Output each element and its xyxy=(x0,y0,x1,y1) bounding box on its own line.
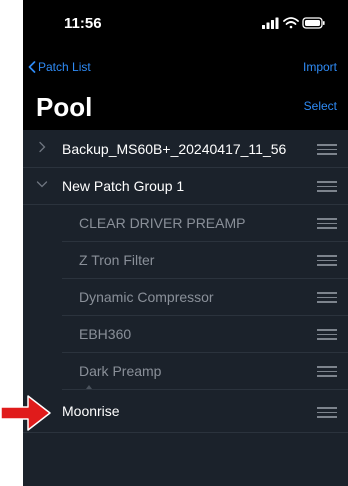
reorder-handle-icon[interactable] xyxy=(317,144,337,155)
status-icons xyxy=(262,17,325,29)
list-item-label: EBH360 xyxy=(79,326,132,342)
list-item-ebh360[interactable]: EBH360 xyxy=(62,316,348,353)
status-time: 11:56 xyxy=(64,15,102,32)
red-arrow-icon xyxy=(0,395,51,431)
reorder-handle-icon[interactable] xyxy=(317,218,337,229)
battery-icon xyxy=(302,17,325,29)
reorder-handle-icon[interactable] xyxy=(317,181,337,192)
list-item-label: Dynamic Compressor xyxy=(79,289,214,305)
signal-icon xyxy=(262,17,279,29)
patch-list: Backup_MS60B+_20240417_11_56 New Patch G… xyxy=(23,131,348,390)
list-item-backup[interactable]: Backup_MS60B+_20240417_11_56 xyxy=(23,131,348,168)
list-item-clear-driver-preamp[interactable]: CLEAR DRIVER PREAMP xyxy=(62,205,348,242)
list-item-z-tron-filter[interactable]: Z Tron Filter xyxy=(62,242,348,279)
reorder-handle-icon[interactable] xyxy=(317,329,337,340)
chevron-right-icon[interactable] xyxy=(36,141,48,153)
list-item-dynamic-compressor[interactable]: Dynamic Compressor xyxy=(62,279,348,316)
list-item-label: Z Tron Filter xyxy=(79,252,155,268)
drop-indicator-icon xyxy=(86,385,92,389)
back-button[interactable]: Patch List xyxy=(28,60,91,74)
list-item-new-patch-group[interactable]: New Patch Group 1 xyxy=(23,168,348,205)
list-item-label: Moonrise xyxy=(62,403,120,419)
list-item-label: Dark Preamp xyxy=(79,363,162,379)
chevron-down-icon[interactable] xyxy=(36,178,48,190)
page-title: Pool xyxy=(36,92,93,122)
select-button[interactable]: Select xyxy=(304,99,337,113)
reorder-handle-icon[interactable] xyxy=(317,407,337,418)
list-item-label: CLEAR DRIVER PREAMP xyxy=(79,215,246,231)
list-item-label: Backup_MS60B+_20240417_11_56 xyxy=(62,141,287,157)
list-item-label: New Patch Group 1 xyxy=(62,178,185,194)
import-button[interactable]: Import xyxy=(303,60,337,74)
list-item-dark-preamp[interactable]: Dark Preamp xyxy=(62,353,348,390)
chevron-left-icon xyxy=(28,61,36,73)
header-area: 11:56 Patch List Import Pool Select xyxy=(23,0,348,130)
reorder-handle-icon[interactable] xyxy=(317,366,337,377)
back-button-label: Patch List xyxy=(38,60,91,74)
wifi-icon xyxy=(283,17,299,29)
reorder-handle-icon[interactable] xyxy=(317,255,337,266)
list-item-moonrise[interactable]: Moonrise xyxy=(23,392,348,433)
phone-screen: 11:56 Patch List Import Pool Select Back… xyxy=(23,0,348,486)
reorder-handle-icon[interactable] xyxy=(317,292,337,303)
